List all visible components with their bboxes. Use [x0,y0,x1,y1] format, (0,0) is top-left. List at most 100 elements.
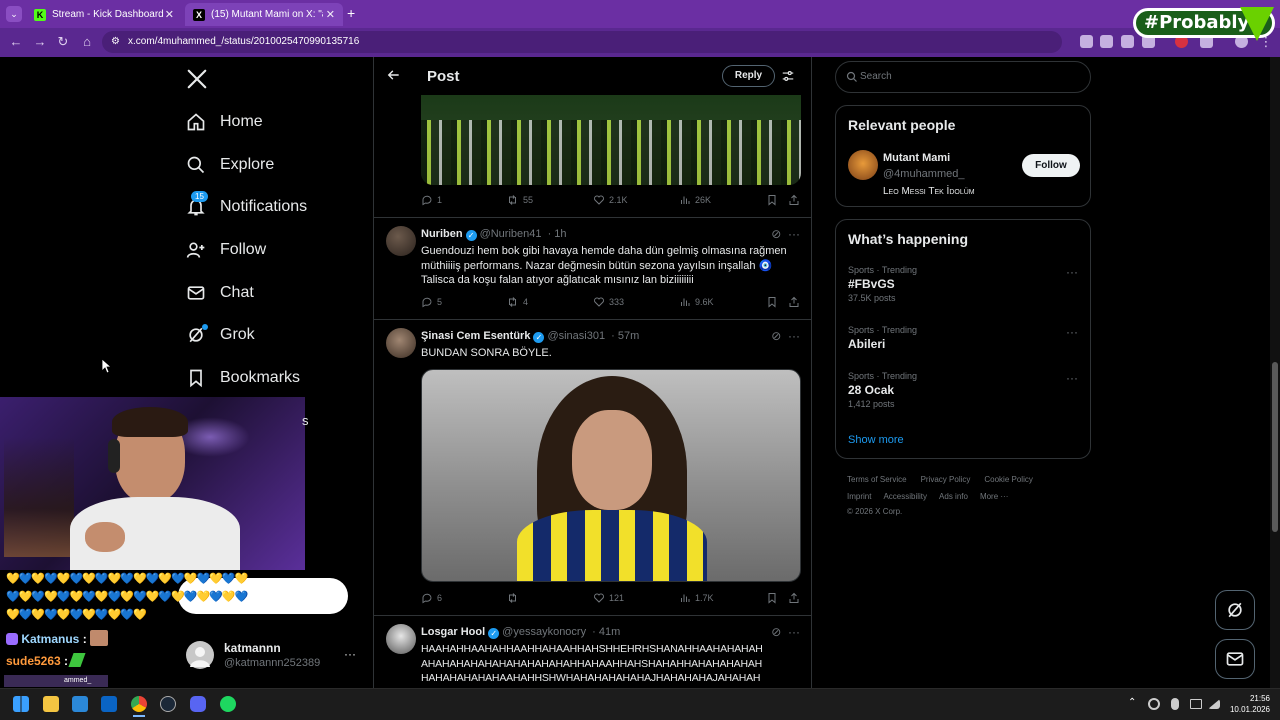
chrome-icon[interactable] [131,696,147,712]
install-icon[interactable] [1080,35,1093,48]
nav-follow[interactable]: Follow [186,235,266,265]
reply-action[interactable]: 5 [421,296,442,308]
like-action[interactable]: 2.1K [593,194,628,206]
like-action[interactable]: 333 [593,296,624,308]
nav-grok[interactable]: Grok [186,320,255,350]
trend-item[interactable]: Sports · Trending 28 Ocak 1,412 posts [848,371,1080,409]
close-icon[interactable]: ✕ [165,8,174,21]
windows-start-icon[interactable] [13,696,29,712]
show-more-link[interactable]: Show more [848,434,904,446]
tweet-card[interactable]: Nuriben ✓ @Nuriben41 · 1h ⊘ ··· Guendouzi … [374,218,811,320]
footer-link[interactable]: Imprint [847,492,871,501]
search-input[interactable]: Search [860,71,892,82]
footer-link[interactable]: Accessibility [883,492,927,501]
avatar[interactable] [386,226,416,256]
reply-action[interactable]: 1 [421,194,442,206]
repost-action[interactable] [506,592,523,604]
footer-link[interactable]: More ··· [980,492,1008,501]
tweet-author[interactable]: Losgar Hool ✓ @yessaykonocry · 41m [421,626,620,639]
tweet-card[interactable]: Losgar Hool ✓ @yessaykonocry · 41m ⊘ ··· H… [374,616,811,688]
footer-link[interactable]: Cookie Policy [984,475,1032,484]
messages-floating-button[interactable] [1215,639,1255,679]
more-icon[interactable]: ··· [788,625,800,639]
system-clock[interactable]: 21:56 10.01.2026 [1228,693,1270,715]
more-icon[interactable]: ··· [788,329,800,343]
more-icon[interactable]: ··· [1066,371,1078,385]
zoom-icon[interactable] [1121,35,1134,48]
more-icon[interactable]: ··· [788,227,800,241]
person-name[interactable]: Mutant Mami [883,152,950,164]
more-icon[interactable]: ··· [344,647,356,661]
x-logo-icon[interactable] [186,68,208,90]
outlook-icon[interactable] [101,696,117,712]
grok-floating-button[interactable] [1215,590,1255,630]
more-icon[interactable]: ··· [1066,325,1078,339]
views-action[interactable]: 26K [679,194,711,206]
tweet-card[interactable]: Şinasi Cem Esentürk ✓ @sinasi301 · 57m ⊘ ·… [374,320,811,616]
nav-bookmarks[interactable]: Bookmarks [186,363,300,393]
display-icon[interactable] [1190,699,1202,709]
views-action[interactable]: 9.6K [679,296,714,308]
repost-action[interactable]: 55 [506,194,533,206]
more-icon[interactable]: ··· [1066,265,1078,279]
back-arrow-icon[interactable] [387,68,401,82]
steam-icon[interactable] [160,696,176,712]
bookmark-action[interactable] [766,194,782,206]
footer-link[interactable]: Terms of Service [847,475,907,484]
bookmark-action[interactable] [766,296,782,308]
grok-icon[interactable]: ⊘ [771,329,781,343]
nav-chat[interactable]: Chat [186,278,254,308]
reply-button[interactable]: Reply [722,65,775,87]
nav-home[interactable]: Home [186,107,263,137]
trend-item[interactable]: Sports · Trending #FBvGS 37.5K posts [848,265,1080,303]
like-action[interactable]: 121 [593,592,624,604]
reply-action[interactable]: 6 [421,592,442,604]
account-switcher[interactable]: katmannn @katmannn252389 ··· [180,632,365,678]
trend-item[interactable]: Sports · Trending Abileri [848,325,1080,351]
tweet-line: Guendouzi hem bok gibi havaya hemde daha… [421,245,787,257]
share-action[interactable] [788,296,804,308]
nav-notifications[interactable]: 15 Notifications [186,191,307,222]
tweet-media-image[interactable] [421,369,801,582]
store-icon[interactable] [72,696,88,712]
avatar[interactable] [386,328,416,358]
url-field[interactable]: ⚙ x.com/4muhammed_/status/20100254709901… [102,31,1062,53]
grok-icon[interactable]: ⊘ [771,625,781,639]
nav-explore[interactable]: Explore [186,150,274,180]
microphone-icon[interactable] [1171,698,1179,710]
close-icon[interactable]: ✕ [326,8,335,21]
home-icon[interactable]: ⌂ [79,34,95,50]
chevron-up-icon[interactable]: ⌃ [1128,697,1136,708]
grok-icon[interactable]: ⊘ [771,227,781,241]
tweet-author[interactable]: Nuriben ✓ @Nuriben41 · 1h [421,228,567,241]
reload-icon[interactable]: ↻ [55,34,71,50]
tab-x-post[interactable]: X (15) Mutant Mami on X: "amk ... ✕ [185,3,343,26]
search-box[interactable]: Search [835,61,1091,93]
bookmark-action[interactable] [766,592,782,604]
settings-sliders-icon[interactable] [781,69,795,83]
footer-link[interactable]: Privacy Policy [921,475,971,484]
scrollbar-track[interactable] [1270,57,1280,688]
back-icon[interactable]: ← [8,34,24,50]
tweet-author[interactable]: Şinasi Cem Esentürk ✓ @sinasi301 · 57m [421,330,639,343]
tab-kick-dashboard[interactable]: K Stream - Kick Dashboard ✕ [26,3,182,26]
repost-action[interactable]: 4 [506,296,528,308]
new-tab-button[interactable]: + [347,6,355,20]
tweet-media-image[interactable] [421,95,801,185]
file-explorer-icon[interactable] [43,696,59,712]
translate-icon[interactable] [1100,35,1113,48]
footer-link[interactable]: Ads info [939,492,968,501]
share-action[interactable] [788,592,804,604]
avatar[interactable] [386,624,416,654]
site-info-icon[interactable]: ⚙ [111,31,120,53]
share-action[interactable] [788,194,804,206]
avatar[interactable] [848,150,878,180]
spotify-icon[interactable] [220,696,236,712]
sync-icon[interactable] [1148,698,1160,710]
discord-icon[interactable] [190,696,206,712]
scrollbar-thumb[interactable] [1272,362,1278,532]
follow-button[interactable]: Follow [1022,154,1080,177]
forward-icon[interactable]: → [32,34,48,50]
views-action[interactable]: 1.7K [679,592,714,604]
tab-list-button[interactable]: ⌄ [6,6,22,22]
